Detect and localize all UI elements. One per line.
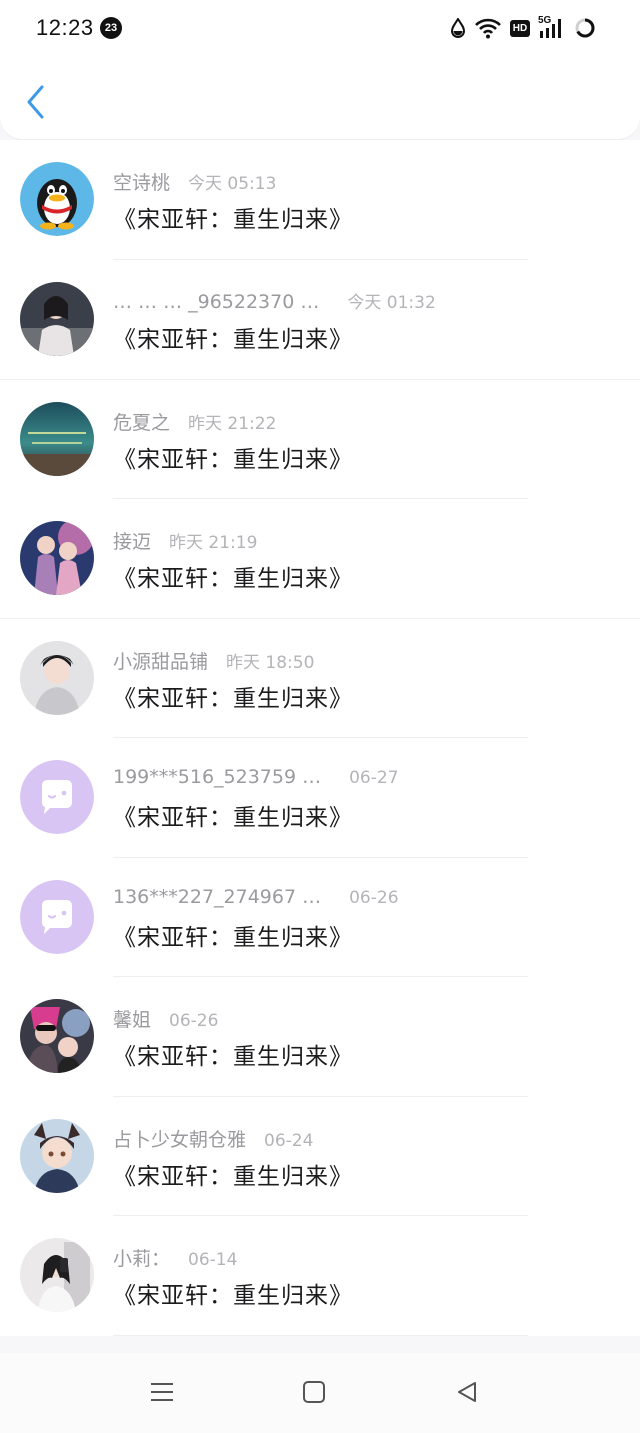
menu-icon [150,1381,174,1407]
message-time: 06-14 [188,1250,238,1271]
sender-name-text: 空诗桃 [113,172,171,194]
sender-name-text: 危夏之 [113,412,171,435]
back-button[interactable] [18,82,54,126]
sender-name: 199***516_523759 … 06-27 [113,766,399,788]
list-item[interactable]: 小莉： 06-14 《宋亚轩：重生归来》 [0,1216,640,1336]
message-text: 《宋亚轩：重生归来》 [113,804,353,831]
sender-name-text: 小莉： [113,1248,171,1271]
message-time: 06-26 [169,1011,219,1032]
sender-name-text: 接迈 [113,530,152,553]
avatar-photo [20,520,94,595]
list-item[interactable]: … … … _96522370 … 今天 01:32 《宋亚轩：重生归来》 [0,259,640,380]
message-text: 《宋亚轩：重生归来》 [113,207,353,233]
message-text: 《宋亚轩：重生归来》 [113,1163,353,1190]
avatar-photo [20,1118,94,1193]
home-button[interactable] [294,1379,334,1409]
system-nav-bar [0,1353,640,1433]
message-text: 《宋亚轩：重生归来》 [113,326,353,353]
water-drop-icon [450,18,466,38]
system-back-button[interactable] [447,1379,487,1409]
sender-name: 占卜少女朝仓雅 06-24 [113,1125,313,1152]
sender-name: 136***227_274967 … 06-26 [113,886,399,908]
status-icons: HD 5G [450,15,596,41]
status-time: 12:23 [36,15,94,40]
message-time: 昨天 21:19 [169,532,258,553]
battery-ring-icon [574,17,596,39]
avatar-default-chat [20,759,94,834]
sender-name: 小源甜品铺 昨天 18:50 [113,647,314,674]
list-item[interactable]: 危夏之 昨天 21:22 《宋亚轩：重生归来》 [0,379,640,499]
sender-name-text: … … … _96522370 … [113,290,320,313]
sender-name-text: 馨姐 [113,1009,152,1032]
wifi-icon [474,17,502,39]
message-time: 今天 01:32 [347,292,436,313]
cellular-signal-icon: 5G [538,15,566,39]
list-item[interactable]: 136***227_274967 … 06-26 《宋亚轩：重生归来》 [0,857,640,978]
avatar-photo [20,641,94,716]
sender-name: 接迈 昨天 21:19 [113,527,257,554]
avatar-photo [20,1238,94,1313]
sender-name-text: 小源甜品铺 [113,651,209,674]
message-text: 《宋亚轩：重生归来》 [113,1044,353,1071]
sender-name: … … … _96522370 … 今天 01:32 [113,288,436,313]
message-time: 06-26 [349,887,399,908]
avatar-photo [20,999,94,1074]
sender-name: 空诗桃 今天 05:13 [113,168,276,195]
message-time: 06-27 [349,767,399,788]
sender-name-text: 199***516_523759 … [113,765,322,788]
list-item[interactable]: 占卜少女朝仓雅 06-24 《宋亚轩：重生归来》 [0,1096,640,1217]
message-text: 《宋亚轩：重生归来》 [113,565,353,592]
sender-name-text: 占卜少女朝仓雅 [113,1128,247,1151]
sender-name: 馨姐 06-26 [113,1005,218,1032]
message-text: 《宋亚轩：重生归来》 [113,924,353,951]
message-time: 昨天 21:22 [188,414,277,435]
list-item[interactable]: 199***516_523759 … 06-27 《宋亚轩：重生归来》 [0,737,640,858]
message-text: 《宋亚轩：重生归来》 [113,1283,353,1310]
sender-name: 危夏之 昨天 21:22 [113,408,276,435]
divider [113,1334,528,1336]
message-text: 《宋亚轩：重生归来》 [113,447,353,474]
sender-name: 小莉： 06-14 [113,1244,237,1271]
back-triangle-icon [455,1380,479,1408]
avatar-photo [20,281,94,356]
sender-name-text: 136***227_274967 … [113,885,322,908]
home-square-icon [302,1380,326,1408]
message-time: 今天 05:13 [188,174,277,194]
message-time: 昨天 18:50 [226,653,315,674]
message-time: 06-24 [264,1130,314,1151]
notification-badge: 23 [100,17,122,39]
list-item[interactable]: 馨姐 06-26 《宋亚轩：重生归来》 [0,977,640,1097]
avatar-photo [20,402,94,477]
list-item[interactable]: 小源甜品铺 昨天 18:50 《宋亚轩：重生归来》 [0,618,640,738]
message-text: 《宋亚轩：重生归来》 [113,686,353,713]
recent-apps-button[interactable] [142,1379,182,1409]
message-list: 空诗桃 今天 05:13 《宋亚轩：重生归来》 … … … _96522370 …… [0,140,640,1336]
avatar-qq-penguin [20,162,94,236]
list-item[interactable]: 空诗桃 今天 05:13 《宋亚轩：重生归来》 [0,140,640,260]
avatar-default-chat [20,879,94,954]
list-item[interactable]: 接迈 昨天 21:19 《宋亚轩：重生归来》 [0,498,640,619]
chevron-left-icon [26,85,46,123]
hd-icon: HD [510,19,530,37]
top-header: 12:23 23 HD 5G [0,0,640,139]
